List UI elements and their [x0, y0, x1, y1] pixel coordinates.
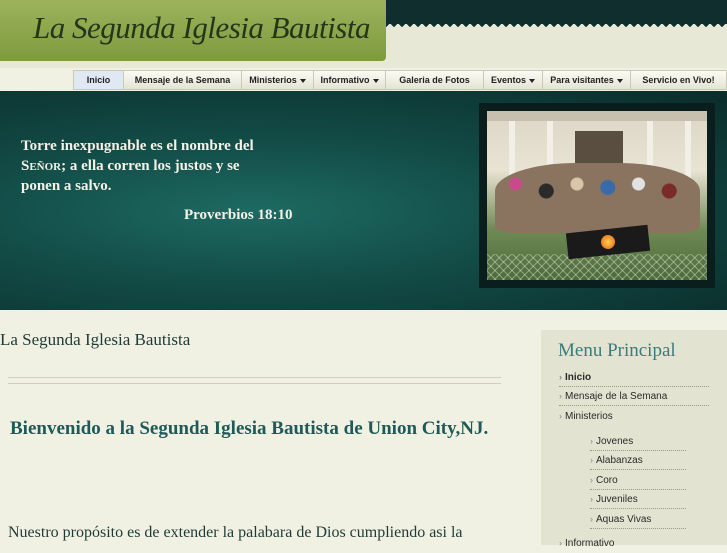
sidebar-item-label: Alabanzas — [596, 455, 643, 466]
nav-label: Inicio — [86, 75, 111, 85]
chevron-right-icon: › — [590, 514, 593, 524]
sidebar-item-label: Informativo — [565, 538, 615, 549]
nav-item-para-visitantes[interactable]: Para visitantes — [543, 71, 631, 89]
chevron-right-icon: › — [559, 372, 562, 382]
chevron-right-icon: › — [559, 538, 562, 548]
chevron-down-icon — [529, 78, 535, 83]
nav-label: Ministerios — [249, 75, 297, 85]
church-group-photo — [487, 111, 707, 280]
logo-bar[interactable]: La Segunda Iglesia Bautista — [0, 0, 386, 61]
site-title[interactable]: La Segunda Iglesia Bautista — [33, 10, 370, 46]
nav-label: Eventos — [490, 75, 526, 85]
chevron-right-icon: › — [590, 494, 593, 504]
sidebar-item-alabanzas[interactable]: › Alabanzas — [590, 451, 686, 470]
chevron-right-icon: › — [590, 475, 593, 485]
sidebar-item-coro[interactable]: › Coro — [590, 471, 686, 490]
quote-smallcaps-word: Señor — [21, 158, 62, 174]
purpose-paragraph: Nuestro propósito es de extender la pala… — [8, 524, 463, 541]
quote-line: ponen a salvo. — [21, 178, 112, 194]
sidebar-main-menu: Menu Principal › Inicio › Mensaje de la Se… — [541, 330, 727, 549]
sidebar-item-informativo[interactable]: › Informativo — [559, 534, 709, 553]
divider — [8, 383, 501, 384]
nav-label: Servicio en Vivo! — [642, 75, 715, 85]
main-content: La Segunda Iglesia Bautista Bienvenido a… — [0, 310, 510, 545]
sidebar-item-label: Inicio — [565, 372, 592, 383]
quote-line: Torre inexpugnable es el nombre del — [21, 138, 254, 154]
sidebar-item-label: Jovenes — [596, 436, 634, 447]
sidebar-title: Menu Principal — [558, 340, 676, 361]
sidebar-item-label: Ministerios — [565, 411, 613, 422]
nav-item-inicio[interactable]: Inicio — [74, 71, 124, 89]
chevron-down-icon — [616, 78, 623, 83]
chevron-right-icon: › — [590, 436, 593, 446]
bible-verse-reference: Proverbios 18:10 — [184, 207, 293, 223]
sidebar-item-aquas-vivas[interactable]: › Aquas Vivas — [590, 510, 686, 529]
nav-item-servicio-en-vivo[interactable]: Servicio en Vivo! — [631, 71, 726, 89]
nav-item-informativo[interactable]: Informativo — [314, 71, 386, 89]
nav-item-ministerios[interactable]: Ministerios — [242, 71, 314, 89]
nav-label: Informativo — [320, 75, 370, 85]
quote-line: ; a ella corren los justos y se — [61, 158, 240, 174]
sidebar-item-label: Coro — [596, 475, 618, 486]
nav-label: Mensaje de la Semana — [134, 75, 231, 85]
sidebar-item-mensaje[interactable]: › Mensaje de la Semana — [559, 387, 709, 406]
nav-label: Galeria de Fotos — [399, 75, 470, 85]
nav-item-eventos[interactable]: Eventos — [484, 71, 543, 89]
chevron-right-icon: › — [590, 455, 593, 465]
chevron-down-icon — [372, 78, 379, 83]
photo-house-roof — [487, 111, 707, 121]
divider — [8, 377, 501, 378]
header-zigzag-decoration — [386, 22, 727, 28]
nav-item-galeria[interactable]: Galeria de Fotos — [386, 71, 484, 89]
sidebar-item-label: Juveniles — [596, 494, 638, 505]
main-navigation: Inicio Mensaje de la Semana Ministerios … — [73, 70, 727, 90]
photo-lattice — [487, 254, 707, 280]
sidebar-item-jovenes[interactable]: › Jovenes — [590, 432, 686, 451]
sidebar-item-ministerios[interactable]: › Ministerios — [559, 407, 709, 426]
bible-verse-quote: Torre inexpugnable es el nombre del Seño… — [21, 136, 291, 196]
chevron-down-icon — [299, 78, 306, 83]
chevron-right-icon: › — [559, 391, 562, 401]
hero-banner: Torre inexpugnable es el nombre del Seño… — [0, 91, 727, 310]
site-header: La Segunda Iglesia Bautista — [0, 0, 727, 68]
sidebar-item-label: Mensaje de la Semana — [565, 391, 668, 402]
nav-item-mensaje[interactable]: Mensaje de la Semana — [124, 71, 242, 89]
sidebar-item-juveniles[interactable]: › Juveniles — [590, 490, 686, 509]
welcome-heading: Bienvenido a la Segunda Iglesia Bautista… — [10, 418, 489, 439]
page-title: La Segunda Iglesia Bautista — [0, 330, 191, 349]
church-group-photo-frame — [479, 103, 715, 288]
chevron-right-icon: › — [559, 411, 562, 421]
photo-crowd — [495, 163, 700, 233]
nav-label: Para visitantes — [550, 75, 614, 85]
sidebar-item-inicio[interactable]: › Inicio — [559, 368, 709, 387]
header-decoration — [386, 0, 727, 24]
sidebar-item-label: Aquas Vivas — [596, 514, 652, 525]
